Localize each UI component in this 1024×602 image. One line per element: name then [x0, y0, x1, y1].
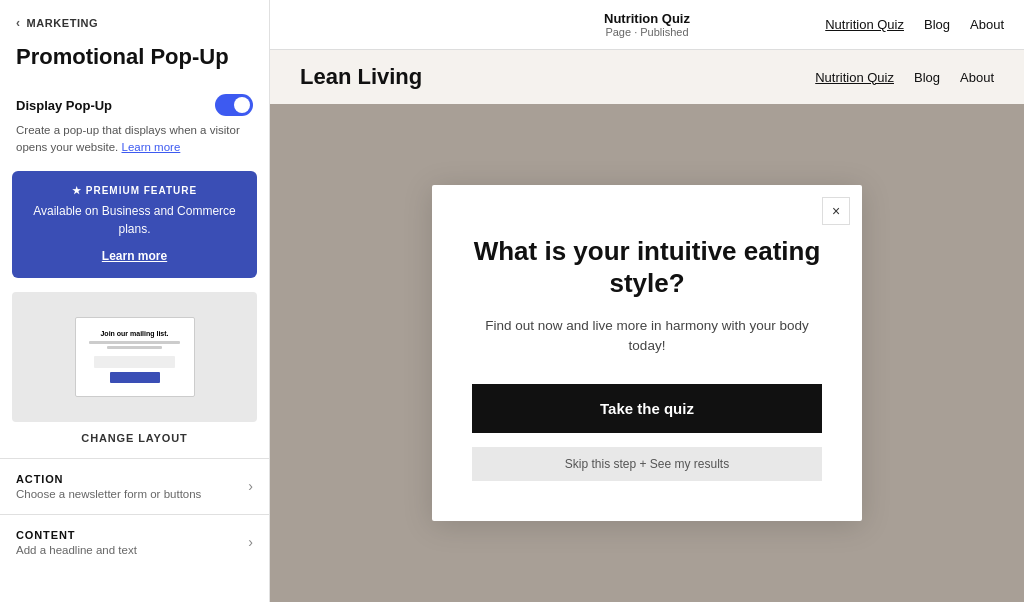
layout-preview-inner: Join our mailing list.: [75, 317, 195, 397]
learn-more-link[interactable]: Learn more: [122, 141, 181, 153]
top-nav-blog[interactable]: Blog: [924, 17, 950, 32]
action-title: ACTION: [16, 473, 201, 485]
preview-title: Join our mailing list.: [100, 330, 168, 337]
action-chevron-icon: ›: [248, 478, 253, 494]
action-section[interactable]: ACTION Choose a newsletter form or butto…: [0, 458, 269, 514]
back-label: MARKETING: [27, 17, 99, 29]
website-nav-nutrition-quiz[interactable]: Nutrition Quiz: [815, 70, 894, 85]
content-chevron-icon: ›: [248, 534, 253, 550]
premium-learn-link[interactable]: Learn more: [102, 249, 167, 263]
action-text: ACTION Choose a newsletter form or butto…: [16, 473, 201, 500]
layout-preview: Join our mailing list.: [12, 292, 257, 422]
premium-banner: ★ PREMIUM FEATURE Available on Business …: [12, 171, 257, 278]
website-header: Lean Living Nutrition Quiz Blog About: [270, 50, 1024, 104]
panel-title: Promotional Pop-Up: [0, 40, 269, 86]
close-icon: ×: [832, 203, 840, 219]
back-chevron-icon: ‹: [16, 16, 21, 30]
preview-lines: [89, 341, 181, 351]
preview-input: [94, 356, 176, 368]
back-link[interactable]: ‹ MARKETING: [0, 0, 269, 40]
preview-line: [89, 341, 181, 344]
page-status: Page · Published: [604, 26, 690, 38]
website-nav-blog[interactable]: Blog: [914, 70, 940, 85]
content-subtitle: Add a headline and text: [16, 544, 137, 556]
popup-heading: What is your intuitive eating style?: [472, 235, 822, 300]
display-popup-label: Display Pop-Up: [16, 98, 112, 113]
popup-modal: × What is your intuitive eating style? F…: [432, 185, 862, 522]
website-logo: Lean Living: [300, 64, 422, 90]
top-nav-about[interactable]: About: [970, 17, 1004, 32]
action-subtitle: Choose a newsletter form or buttons: [16, 488, 201, 500]
premium-label: ★ PREMIUM FEATURE: [26, 185, 243, 196]
popup-close-button[interactable]: ×: [822, 197, 850, 225]
star-icon: ★: [72, 185, 82, 196]
popup-wrapper: × What is your intuitive eating style? F…: [432, 185, 862, 522]
content-text: CONTENT Add a headline and text: [16, 529, 137, 556]
popup-description: Create a pop-up that displays when a vis…: [0, 122, 269, 171]
preview-line-short: [107, 346, 162, 349]
popup-cta-button[interactable]: Take the quiz: [472, 384, 822, 433]
top-bar-center: Nutrition Quiz Page · Published: [604, 11, 690, 38]
top-nav-nutrition-quiz[interactable]: Nutrition Quiz: [825, 17, 904, 32]
left-panel: ‹ MARKETING Promotional Pop-Up Display P…: [0, 0, 270, 602]
content-section[interactable]: CONTENT Add a headline and text ›: [0, 514, 269, 570]
top-bar-nav: Nutrition Quiz Blog About: [825, 17, 1004, 32]
page-name: Nutrition Quiz: [604, 11, 690, 26]
display-popup-toggle[interactable]: [215, 94, 253, 116]
premium-description: Available on Business and Commerce plans…: [26, 202, 243, 238]
popup-subtext: Find out now and live more in harmony wi…: [472, 316, 822, 357]
change-layout-label[interactable]: CHANGE LAYOUT: [0, 422, 269, 458]
content-title: CONTENT: [16, 529, 137, 541]
display-popup-row: Display Pop-Up: [0, 86, 269, 122]
popup-skip-link[interactable]: Skip this step + See my results: [472, 447, 822, 481]
preview-area: Lean Living Nutrition Quiz Blog About × …: [270, 50, 1024, 602]
preview-btn: [110, 372, 160, 383]
website-nav: Nutrition Quiz Blog About: [815, 70, 994, 85]
preview-background: × What is your intuitive eating style? F…: [270, 104, 1024, 602]
top-bar: Nutrition Quiz Page · Published Nutritio…: [270, 0, 1024, 50]
right-panel: Nutrition Quiz Page · Published Nutritio…: [270, 0, 1024, 602]
website-nav-about[interactable]: About: [960, 70, 994, 85]
